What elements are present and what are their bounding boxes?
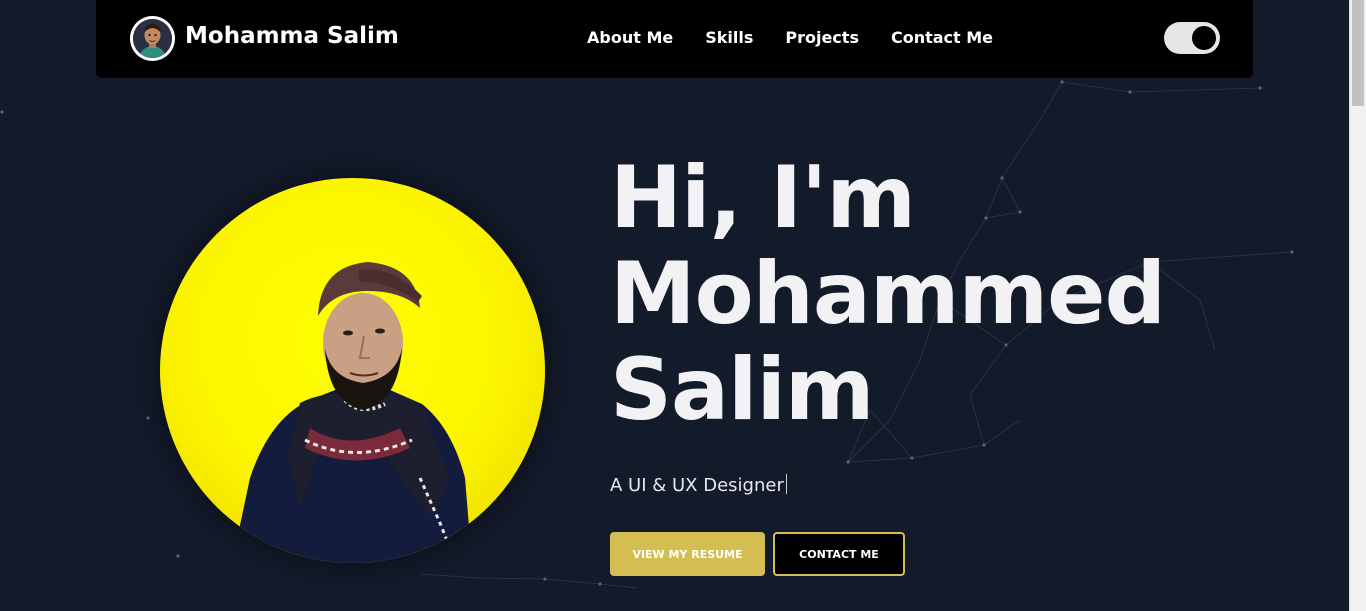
hero-title-line-2: Mohammed bbox=[610, 244, 1166, 344]
top-navbar: Mohamma Salim About Me Skills Projects C… bbox=[96, 0, 1253, 78]
hero-title-line-3: Salim bbox=[610, 340, 875, 440]
nav-link-about-me[interactable]: About Me bbox=[587, 28, 673, 47]
typing-caret bbox=[785, 474, 787, 494]
toggle-knob bbox=[1192, 26, 1216, 50]
hero-title-line-1: Hi, I'm bbox=[610, 148, 916, 248]
contact-me-button[interactable]: CONTACT ME bbox=[773, 532, 905, 576]
avatar-cartoon-icon bbox=[133, 19, 172, 58]
theme-toggle[interactable] bbox=[1164, 22, 1220, 54]
hero-subtitle: A UI & UX Designer bbox=[610, 474, 787, 496]
brand-name[interactable]: Mohamma Salim bbox=[185, 23, 399, 49]
hero-title: Hi, I'm Mohammed Salim bbox=[610, 148, 1166, 440]
scrollbar-thumb[interactable] bbox=[1352, 0, 1364, 106]
view-resume-button[interactable]: VIEW MY RESUME bbox=[610, 532, 765, 576]
nav-link-projects[interactable]: Projects bbox=[785, 28, 859, 47]
hero-subtitle-text: A UI & UX Designer bbox=[610, 475, 784, 496]
vertical-scrollbar[interactable] bbox=[1349, 0, 1366, 611]
profile-person-illustration bbox=[232, 262, 472, 563]
nav-link-contact-me[interactable]: Contact Me bbox=[891, 28, 993, 47]
nav-links: About Me Skills Projects Contact Me bbox=[587, 28, 1025, 47]
nav-link-skills[interactable]: Skills bbox=[705, 28, 753, 47]
avatar[interactable] bbox=[130, 16, 175, 61]
profile-photo bbox=[160, 178, 545, 563]
